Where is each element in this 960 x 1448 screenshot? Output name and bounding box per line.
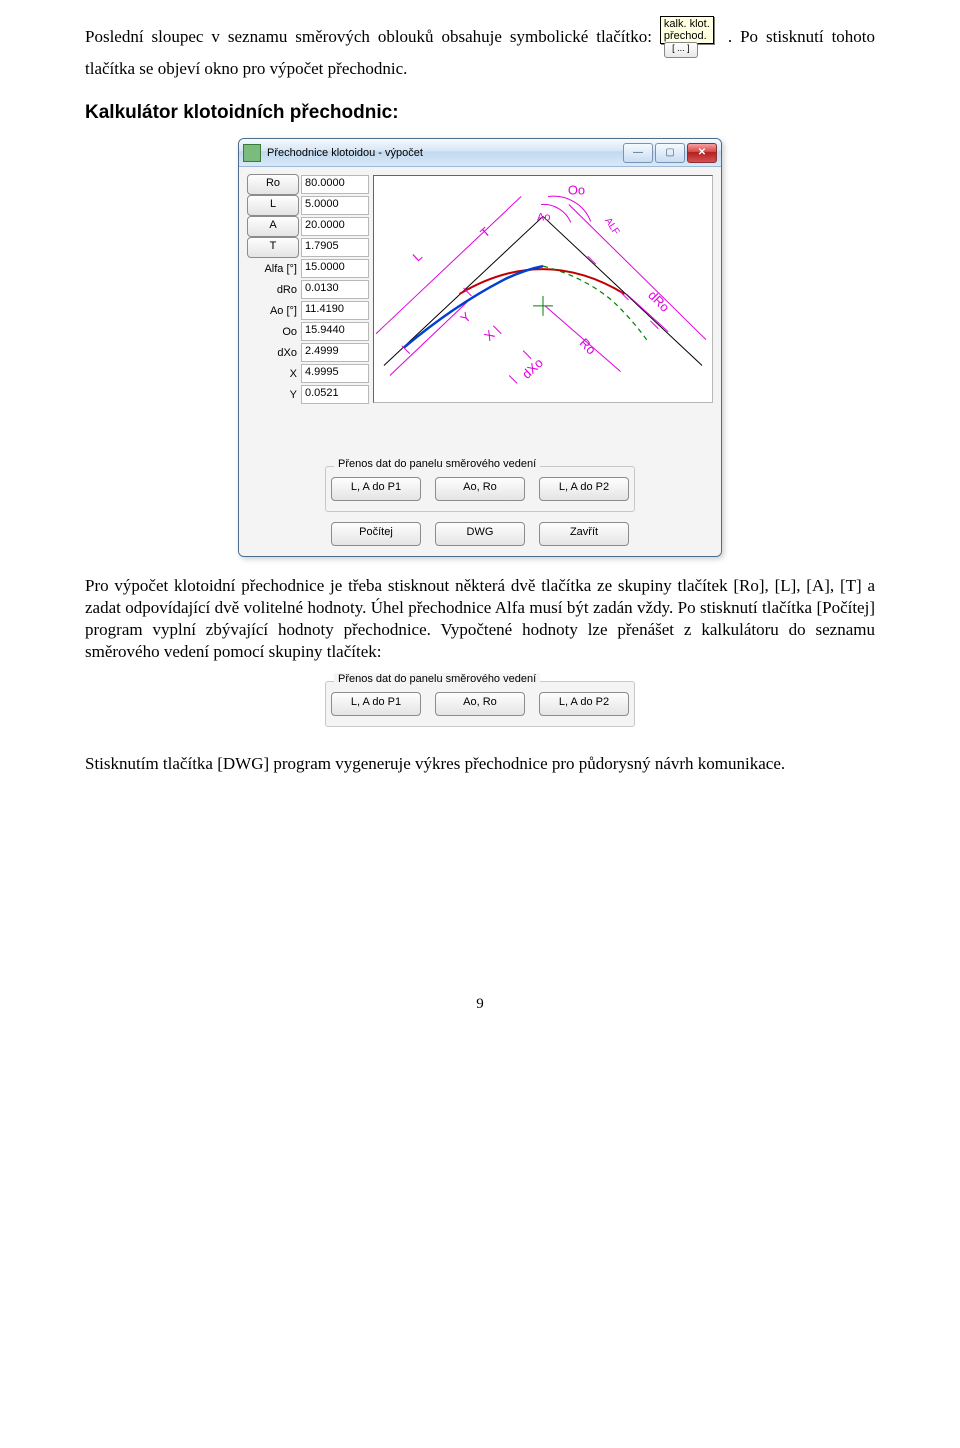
param-row-x: X 4.9995 <box>247 364 369 383</box>
transfer-btn-p2[interactable]: L, A do P2 <box>539 477 629 501</box>
l-value[interactable]: 5.0000 <box>301 196 369 215</box>
dro-value[interactable]: 0.0130 <box>301 280 369 299</box>
ao-label: Ao [°] <box>247 305 301 317</box>
ellipsis-button[interactable]: [ ... ] <box>664 42 698 58</box>
svg-text:Y: Y <box>457 309 474 326</box>
svg-text:dRo: dRo <box>645 288 672 315</box>
x-value[interactable]: 4.9995 <box>301 364 369 383</box>
para-1: Poslední sloupec v seznamu směrových obl… <box>85 18 875 80</box>
svg-text:L: L <box>410 249 425 265</box>
dro-label: dRo <box>247 284 301 296</box>
alfa-value[interactable]: 15.0000 <box>301 259 369 278</box>
parameter-column: Ro 80.0000 L 5.0000 A 20.0000 T 1.7905 A… <box>247 175 369 404</box>
param-row-dxo: dXo 2.4999 <box>247 343 369 362</box>
klotoid-diagram: L T Oo Ao ALF dRo Ro Y X dXo <box>373 175 713 403</box>
param-row-dro: dRo 0.0130 <box>247 280 369 299</box>
p1a: Poslední sloupec v seznamu směrových obl… <box>85 27 660 46</box>
diagram-svg: L T Oo Ao ALF dRo Ro Y X dXo <box>374 176 712 402</box>
svg-text:ALF: ALF <box>602 216 621 237</box>
ro-button[interactable]: Ro <box>247 174 299 195</box>
transfer-btn-p2-small[interactable]: L, A do P2 <box>539 692 629 716</box>
a-value[interactable]: 20.0000 <box>301 217 369 236</box>
compute-button[interactable]: Počítej <box>331 522 421 546</box>
svg-text:X: X <box>481 327 498 344</box>
dialog-title: Přechodnice klotoidou - výpočet <box>267 147 423 159</box>
svg-text:Ro: Ro <box>577 335 599 357</box>
para-3: Stisknutím tlačítka [DWG] program vygene… <box>85 753 875 775</box>
dialog-titlebar: Přechodnice klotoidou - výpočet — ▢ ✕ <box>239 139 721 167</box>
param-row-l: L 5.0000 <box>247 196 369 215</box>
param-row-oo: Oo 15.9440 <box>247 322 369 341</box>
param-row-ro: Ro 80.0000 <box>247 175 369 194</box>
t-button[interactable]: T <box>247 237 299 258</box>
alfa-label: Alfa [°] <box>247 263 301 275</box>
l-button[interactable]: L <box>247 195 299 216</box>
oo-value[interactable]: 15.9440 <box>301 322 369 341</box>
transfer-group-title: Přenos dat do panelu směrového vedení <box>334 458 540 470</box>
y-label: Y <box>247 389 301 401</box>
close-dialog-button[interactable]: Zavřít <box>539 522 629 546</box>
a-button[interactable]: A <box>247 216 299 237</box>
para-2: Pro výpočet klotoidní přechodnice je tře… <box>85 575 875 663</box>
oo-label: Oo <box>247 326 301 338</box>
transfer-btn-aoro-small[interactable]: Ao, Ro <box>435 692 525 716</box>
maximize-button[interactable]: ▢ <box>655 143 685 163</box>
transfer-group-title-small: Přenos dat do panelu směrového vedení <box>334 673 540 685</box>
ao-value[interactable]: 11.4190 <box>301 301 369 320</box>
transfer-btn-p1-small[interactable]: L, A do P1 <box>331 692 421 716</box>
window-controls: — ▢ ✕ <box>621 143 717 163</box>
transfer-groupbox: Přenos dat do panelu směrového vedení L,… <box>325 466 635 512</box>
svg-text:dXo: dXo <box>519 355 546 382</box>
transfer-groupbox-small: Přenos dat do panelu směrového vedení L,… <box>325 681 635 727</box>
transfer-btn-aoro[interactable]: Ao, Ro <box>435 477 525 501</box>
dxo-label: dXo <box>247 347 301 359</box>
dialog-klotoid-calculator: Přechodnice klotoidou - výpočet — ▢ ✕ Ro… <box>238 138 722 557</box>
dwg-button[interactable]: DWG <box>435 522 525 546</box>
svg-text:Ao: Ao <box>537 211 550 223</box>
param-row-ao: Ao [°] 11.4190 <box>247 301 369 320</box>
svg-text:Oo: Oo <box>568 183 585 198</box>
close-button[interactable]: ✕ <box>687 143 717 163</box>
tooltip-box: kalk. klot. přechod. <box>660 16 714 44</box>
app-icon <box>243 144 261 162</box>
page-number: 9 <box>85 996 875 1013</box>
x-label: X <box>247 368 301 380</box>
y-value[interactable]: 0.0521 <box>301 385 369 404</box>
t-value[interactable]: 1.7905 <box>301 238 369 257</box>
transfer-btn-p1[interactable]: L, A do P1 <box>331 477 421 501</box>
symbolic-button-icon: kalk. klot. přechod. [ ... ] <box>660 18 720 58</box>
heading-calculator: Kalkulátor klotoidních přechodnic: <box>85 102 875 124</box>
dxo-value[interactable]: 2.4999 <box>301 343 369 362</box>
param-row-t: T 1.7905 <box>247 238 369 257</box>
param-row-a: A 20.0000 <box>247 217 369 236</box>
minimize-button[interactable]: — <box>623 143 653 163</box>
param-row-alfa: Alfa [°] 15.0000 <box>247 259 369 278</box>
ro-value[interactable]: 80.0000 <box>301 175 369 194</box>
svg-text:T: T <box>477 224 493 240</box>
param-row-y: Y 0.0521 <box>247 385 369 404</box>
